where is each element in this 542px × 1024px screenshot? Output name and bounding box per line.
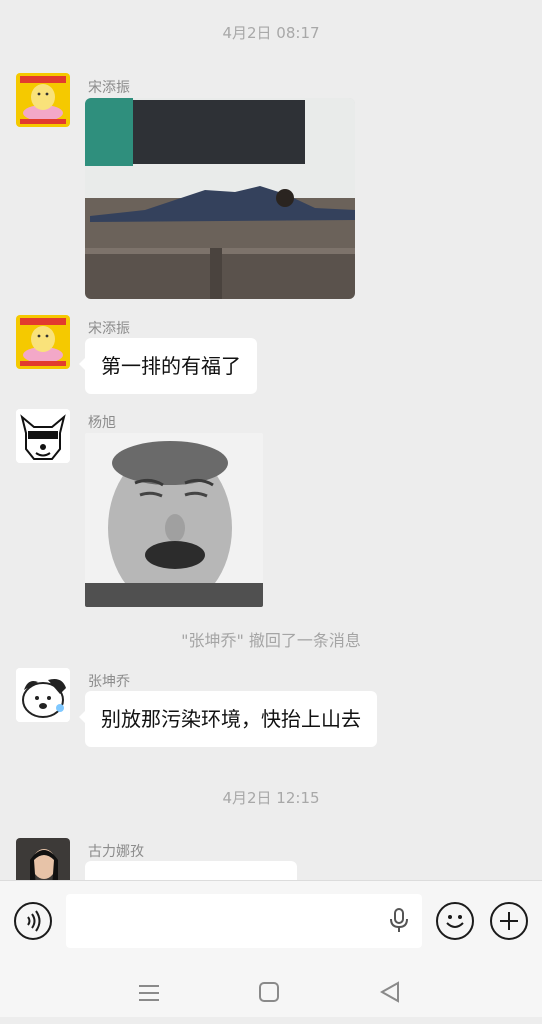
avatar[interactable] bbox=[16, 409, 70, 463]
home-icon[interactable] bbox=[259, 982, 279, 1002]
timestamp: 4月2日 08:17 bbox=[222, 24, 320, 42]
sender-name: 宋添振 bbox=[88, 321, 130, 337]
avatar[interactable] bbox=[16, 315, 70, 369]
avatar[interactable] bbox=[16, 838, 70, 880]
sender-name: 宋添振 bbox=[88, 80, 130, 96]
sender-name: 张坤乔 bbox=[88, 674, 130, 690]
photo-message[interactable] bbox=[85, 98, 355, 299]
message-input[interactable] bbox=[66, 894, 422, 948]
microphone-icon[interactable] bbox=[388, 908, 410, 934]
back-icon[interactable] bbox=[380, 981, 400, 1003]
sticker-message[interactable] bbox=[85, 433, 263, 607]
timestamp: 4月2日 12:15 bbox=[222, 789, 320, 807]
system-nav-bar bbox=[0, 968, 542, 1024]
message-bubble[interactable]: 别放那污染环境，快抬上山去 bbox=[79, 691, 377, 747]
voice-icon[interactable] bbox=[14, 902, 52, 940]
menu-icon[interactable] bbox=[138, 982, 160, 1004]
emoji-icon[interactable] bbox=[436, 902, 474, 940]
avatar[interactable] bbox=[16, 73, 70, 127]
chat-area[interactable]: 4月2日 08:17 宋添振 宋添振 第一排的有福了 杨旭 "张坤乔" 撤回了一… bbox=[0, 0, 542, 880]
sender-name: 杨旭 bbox=[88, 415, 116, 431]
message-bubble[interactable]: 第一排的有福了 bbox=[79, 338, 257, 394]
recall-notice: "张坤乔" 撤回了一条消息 bbox=[181, 631, 361, 650]
message-bubble[interactable] bbox=[85, 861, 297, 880]
sender-name: 古力娜孜 bbox=[88, 844, 144, 860]
plus-icon[interactable] bbox=[490, 902, 528, 940]
avatar[interactable] bbox=[16, 668, 70, 722]
